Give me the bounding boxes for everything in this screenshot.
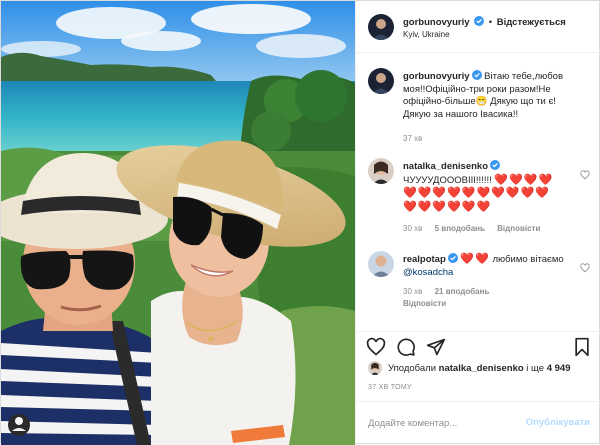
post-location[interactable]: Kyiv, Ukraine bbox=[403, 30, 450, 39]
heart-icon[interactable] bbox=[366, 337, 386, 357]
post-timestamp[interactable]: 37 ХВ ТОМУ bbox=[368, 384, 412, 391]
comment-hearts: ❤️❤️ bbox=[460, 253, 490, 265]
caption-avatar-image bbox=[368, 68, 394, 94]
comment-time[interactable]: 30 хв bbox=[403, 224, 422, 233]
comment-hearts: ❤️❤️❤️❤️ bbox=[494, 173, 554, 186]
separator-dot: • bbox=[488, 17, 493, 28]
comment-likes[interactable]: 21 вподобань bbox=[435, 287, 490, 296]
comment-text: ЧУУУУДОООВІІІ!!!!!! bbox=[403, 174, 492, 186]
comment-input[interactable] bbox=[368, 414, 518, 432]
author-avatar[interactable] bbox=[368, 14, 394, 40]
author-avatar-image bbox=[368, 14, 394, 40]
comment-meta-reply: Відповісти bbox=[403, 299, 456, 308]
author-username[interactable]: gorbunovyuriy bbox=[403, 17, 470, 28]
commenter-avatar-image bbox=[368, 158, 394, 184]
verified-icon bbox=[471, 70, 482, 80]
caption-username[interactable]: gorbunovyuriy bbox=[403, 71, 470, 82]
commenter-avatar[interactable] bbox=[368, 158, 394, 184]
publish-button[interactable]: Опублікувати bbox=[526, 417, 590, 428]
likes-prefix: Уподобали bbox=[388, 363, 439, 374]
comment-meta: 30 хв 21 вподобань bbox=[403, 287, 499, 296]
comment-body: natalka_denisenko ЧУУУУДОООВІІІ!!!!!! ❤️… bbox=[403, 160, 573, 214]
comment-hearts: ❤️❤️❤️❤️❤️❤️ bbox=[403, 200, 492, 213]
caption-body: gorbunovyuriy Вітаю тебе,любов моя!!Офіц… bbox=[403, 70, 573, 121]
likes-text: Уподобали natalka_denisenko і ще 4 949 bbox=[388, 363, 570, 374]
comment-username[interactable]: realpotap bbox=[403, 254, 446, 265]
comment-meta: 30 хв 5 вподобань Відповісти bbox=[403, 224, 550, 233]
comment-mention[interactable]: @kosadcha bbox=[403, 267, 453, 278]
caption-time[interactable]: 37 хв bbox=[403, 134, 422, 143]
likes-middle: і ще bbox=[523, 363, 547, 374]
commenter-avatar-image bbox=[368, 251, 394, 277]
reply-button[interactable]: Відповісти bbox=[497, 224, 540, 233]
verified-icon bbox=[474, 16, 485, 26]
comments-list[interactable]: gorbunovyuriy Вітаю тебе,любов моя!!Офіц… bbox=[356, 54, 600, 331]
caption-avatar[interactable] bbox=[368, 68, 394, 94]
likes-count[interactable]: 4 949 bbox=[547, 363, 571, 374]
comment-icon[interactable] bbox=[396, 337, 416, 357]
comment-like-icon[interactable] bbox=[580, 263, 590, 273]
share-icon[interactable] bbox=[426, 337, 446, 357]
comment-hearts: ❤️❤️❤️❤️❤️❤️❤️❤️❤️❤️ bbox=[403, 187, 550, 199]
comment-text: любимо вітаємо bbox=[489, 254, 564, 265]
comment-username[interactable]: natalka_denisenko bbox=[403, 161, 488, 172]
photo-illustration bbox=[1, 1, 355, 445]
post-actions bbox=[356, 331, 600, 361]
bookmark-icon[interactable] bbox=[572, 337, 592, 357]
caption-meta: 37 хв bbox=[403, 134, 432, 143]
liker-avatar[interactable] bbox=[368, 361, 382, 375]
add-comment-bar: Опублікувати bbox=[356, 401, 600, 445]
commenter-avatar[interactable] bbox=[368, 251, 394, 277]
likes-user[interactable]: natalka_denisenko bbox=[439, 363, 524, 374]
verified-icon bbox=[490, 160, 501, 170]
comment-like-icon[interactable] bbox=[580, 170, 590, 180]
comment-time[interactable]: 30 хв bbox=[403, 287, 422, 296]
follow-state-button[interactable]: Відстежується bbox=[497, 17, 566, 28]
post-sidebar: gorbunovyuriy • Відстежується Kyiv, Ukra… bbox=[355, 1, 600, 445]
comment-body: realpotap ❤️❤️ любимо вітаємо @kosadcha bbox=[403, 253, 573, 279]
instagram-post: gorbunovyuriy • Відстежується Kyiv, Ukra… bbox=[0, 0, 600, 445]
post-header: gorbunovyuriy • Відстежується Kyiv, Ukra… bbox=[356, 1, 600, 53]
comment-likes[interactable]: 5 вподобань bbox=[435, 224, 485, 233]
likes-summary: Уподобали natalka_denisenko і ще 4 949 bbox=[368, 361, 598, 379]
verified-icon bbox=[447, 253, 458, 263]
liker-avatar-image bbox=[368, 361, 382, 375]
reply-button[interactable]: Відповісти bbox=[403, 299, 446, 308]
author-line: gorbunovyuriy • Відстежується bbox=[403, 16, 566, 28]
post-photo[interactable] bbox=[1, 1, 355, 445]
